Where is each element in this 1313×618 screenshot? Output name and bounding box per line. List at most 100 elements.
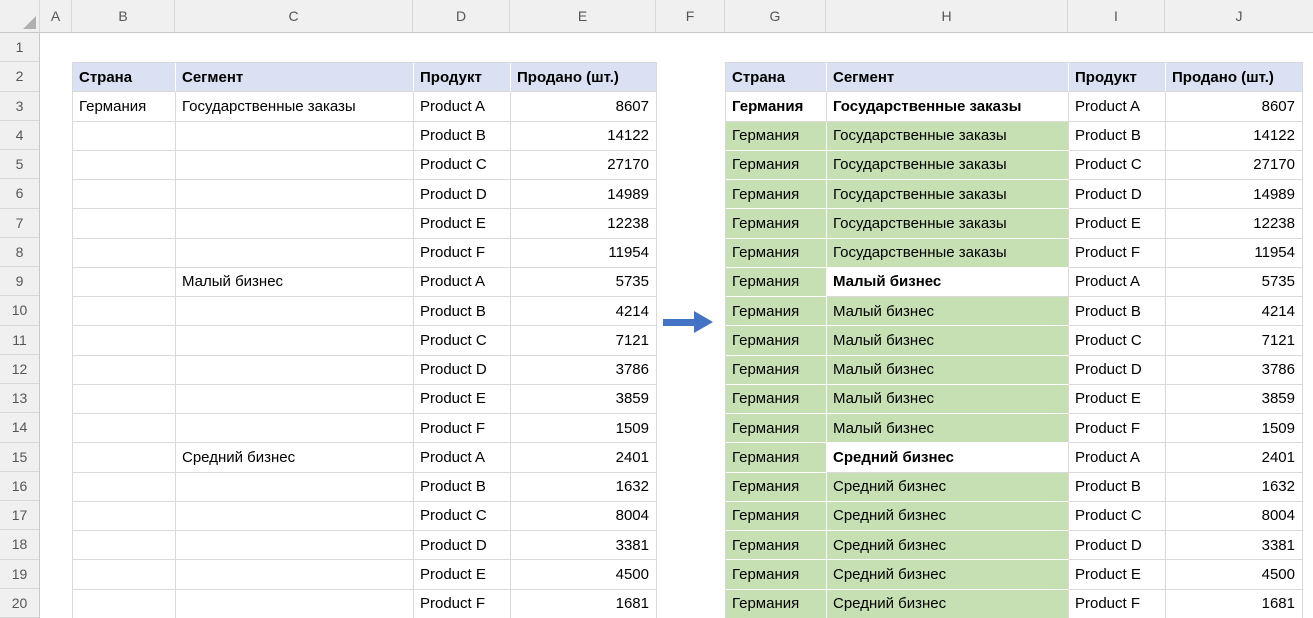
cell[interactable]: 1681 bbox=[1166, 589, 1303, 618]
cell[interactable]: Product C bbox=[1069, 501, 1166, 531]
row-header[interactable]: 16 bbox=[0, 472, 39, 501]
cell[interactable]: Product F bbox=[1069, 589, 1166, 618]
cell[interactable] bbox=[176, 180, 414, 210]
column-header[interactable]: E bbox=[510, 0, 656, 32]
cell[interactable]: Германия bbox=[726, 589, 827, 618]
cell[interactable]: Product A bbox=[1069, 267, 1166, 297]
cell[interactable]: Product A bbox=[1069, 443, 1166, 473]
row-header[interactable]: 6 bbox=[0, 179, 39, 209]
cell[interactable] bbox=[176, 414, 414, 444]
column-header[interactable]: C bbox=[175, 0, 413, 32]
cell[interactable]: 5735 bbox=[511, 267, 657, 297]
cell[interactable]: Малый бизнес bbox=[827, 414, 1069, 444]
cell[interactable]: 8607 bbox=[1166, 92, 1303, 122]
cell[interactable]: Product C bbox=[414, 150, 511, 180]
cell[interactable]: 2401 bbox=[1166, 443, 1303, 473]
cell[interactable]: 3859 bbox=[1166, 384, 1303, 414]
cell[interactable] bbox=[73, 267, 176, 297]
cell[interactable]: 3859 bbox=[511, 384, 657, 414]
cell[interactable]: Средний бизнес bbox=[827, 531, 1069, 561]
cell[interactable]: Германия bbox=[726, 501, 827, 531]
cell[interactable]: Product F bbox=[414, 414, 511, 444]
cell[interactable]: Product F bbox=[414, 238, 511, 268]
cell[interactable]: 3381 bbox=[1166, 531, 1303, 561]
select-all-corner[interactable] bbox=[0, 0, 40, 32]
column-header[interactable]: G bbox=[725, 0, 826, 32]
cell[interactable] bbox=[73, 443, 176, 473]
cell[interactable]: Германия bbox=[73, 92, 176, 122]
cell[interactable] bbox=[176, 297, 414, 327]
cell[interactable]: Product C bbox=[414, 501, 511, 531]
header-cell-sold[interactable]: Продано (шт.) bbox=[1166, 63, 1303, 93]
cell[interactable]: Германия bbox=[726, 355, 827, 385]
row-header[interactable]: 4 bbox=[0, 121, 39, 150]
cell[interactable] bbox=[73, 589, 176, 618]
cell[interactable] bbox=[176, 150, 414, 180]
cell[interactable]: Product D bbox=[1069, 180, 1166, 210]
header-cell-sold[interactable]: Продано (шт.) bbox=[511, 63, 657, 93]
cell[interactable]: Product F bbox=[1069, 414, 1166, 444]
cell[interactable] bbox=[176, 531, 414, 561]
cell[interactable] bbox=[176, 560, 414, 590]
cell[interactable]: 12238 bbox=[511, 209, 657, 239]
cell[interactable]: Малый бизнес bbox=[827, 355, 1069, 385]
cell[interactable]: Германия bbox=[726, 150, 827, 180]
cell[interactable]: Германия bbox=[726, 180, 827, 210]
cell[interactable]: Product B bbox=[1069, 472, 1166, 502]
column-header[interactable]: F bbox=[656, 0, 725, 32]
cell[interactable]: 4214 bbox=[1166, 297, 1303, 327]
column-header[interactable]: J bbox=[1165, 0, 1313, 32]
column-header[interactable]: A bbox=[40, 0, 72, 32]
row-header[interactable]: 3 bbox=[0, 92, 39, 121]
cell[interactable]: 5735 bbox=[1166, 267, 1303, 297]
cell[interactable]: Product E bbox=[1069, 384, 1166, 414]
cell[interactable] bbox=[73, 531, 176, 561]
cell[interactable]: 4500 bbox=[511, 560, 657, 590]
cell[interactable]: Германия bbox=[726, 209, 827, 239]
column-header[interactable]: H bbox=[826, 0, 1068, 32]
row-header[interactable]: 18 bbox=[0, 530, 39, 560]
cell[interactable] bbox=[176, 501, 414, 531]
cell[interactable]: Product C bbox=[414, 326, 511, 356]
cell[interactable]: Product B bbox=[414, 472, 511, 502]
row-header[interactable]: 7 bbox=[0, 209, 39, 238]
row-header[interactable]: 17 bbox=[0, 501, 39, 531]
row-header[interactable]: 11 bbox=[0, 326, 39, 355]
cell[interactable]: Германия bbox=[726, 443, 827, 473]
cell[interactable] bbox=[73, 121, 176, 151]
transform-arrow-icon[interactable] bbox=[663, 311, 713, 333]
row-header[interactable]: 1 bbox=[0, 33, 39, 63]
cell[interactable]: 7121 bbox=[1166, 326, 1303, 356]
header-cell-segment[interactable]: Сегмент bbox=[176, 63, 414, 93]
header-cell-country[interactable]: Страна bbox=[726, 63, 827, 93]
cell[interactable]: Product D bbox=[414, 180, 511, 210]
cell[interactable] bbox=[73, 209, 176, 239]
cell[interactable]: Product E bbox=[414, 384, 511, 414]
cell[interactable]: Product D bbox=[414, 531, 511, 561]
cell[interactable]: Германия bbox=[726, 297, 827, 327]
cell[interactable] bbox=[176, 355, 414, 385]
cell[interactable]: Product C bbox=[1069, 150, 1166, 180]
cell[interactable] bbox=[73, 414, 176, 444]
row-header[interactable]: 5 bbox=[0, 150, 39, 180]
cell[interactable]: Государственные заказы bbox=[827, 92, 1069, 122]
cell[interactable]: 27170 bbox=[1166, 150, 1303, 180]
cell[interactable] bbox=[176, 238, 414, 268]
cell[interactable]: Государственные заказы bbox=[827, 180, 1069, 210]
cell[interactable] bbox=[73, 501, 176, 531]
cell[interactable] bbox=[73, 180, 176, 210]
cell[interactable] bbox=[176, 384, 414, 414]
cell[interactable]: Государственные заказы bbox=[176, 92, 414, 122]
cell[interactable]: Германия bbox=[726, 472, 827, 502]
cell[interactable]: 8004 bbox=[1166, 501, 1303, 531]
cell[interactable]: Малый бизнес bbox=[827, 267, 1069, 297]
cell[interactable]: Product F bbox=[414, 589, 511, 618]
cell[interactable]: Германия bbox=[726, 238, 827, 268]
cell[interactable]: Малый бизнес bbox=[827, 297, 1069, 327]
cell[interactable]: 1681 bbox=[511, 589, 657, 618]
row-header[interactable]: 14 bbox=[0, 413, 39, 443]
cell[interactable]: Государственные заказы bbox=[827, 238, 1069, 268]
cell[interactable] bbox=[73, 150, 176, 180]
cell[interactable]: Средний бизнес bbox=[827, 589, 1069, 618]
cell[interactable]: 3786 bbox=[511, 355, 657, 385]
